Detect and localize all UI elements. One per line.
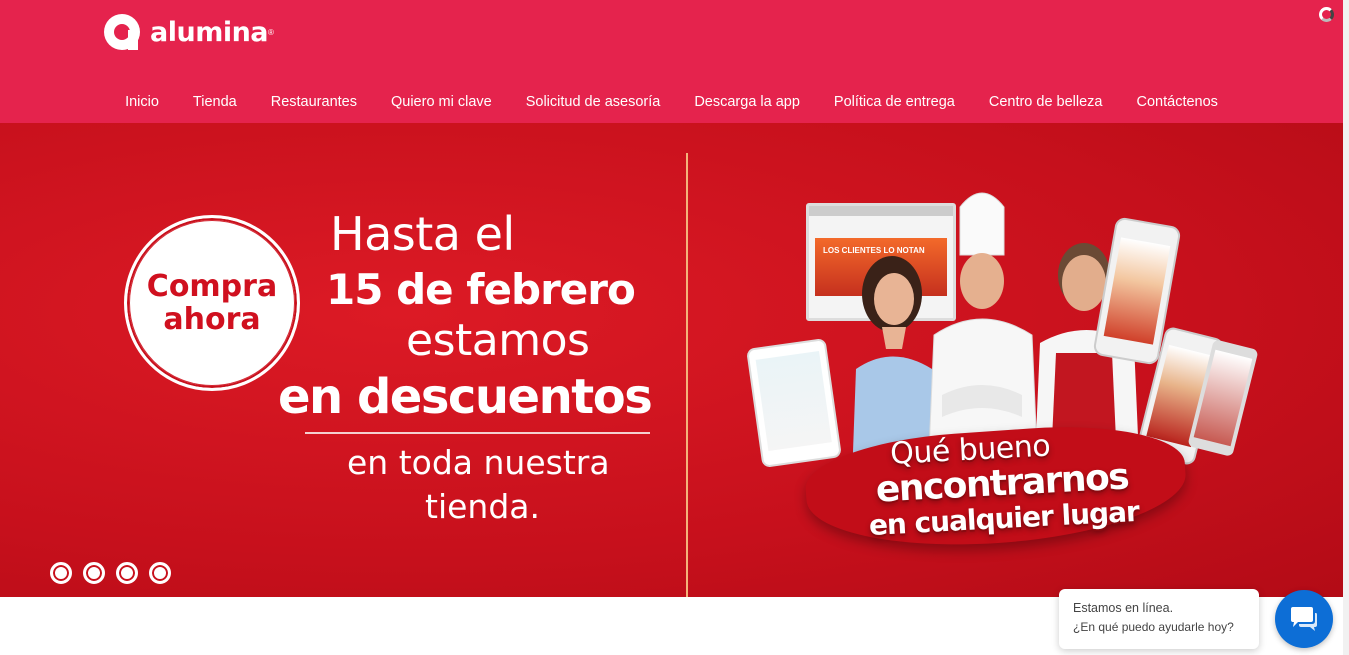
alumina-logo-icon (102, 12, 146, 52)
main-nav: Inicio Tienda Restaurantes Quiero mi cla… (0, 92, 1343, 112)
chat-open-button[interactable] (1275, 590, 1333, 648)
nav-item-tienda[interactable]: Tienda (176, 92, 254, 112)
badge-ring: Compra ahora (129, 220, 295, 386)
slider-pagination (50, 562, 171, 584)
headline-line1: Hasta el (330, 207, 515, 261)
headline-line3: estamos (406, 315, 590, 366)
chat-greeting-bubble[interactable]: Estamos en línea. ¿En qué puedo ayudarle… (1059, 589, 1259, 649)
nav-item-solicitud-asesoria[interactable]: Solicitud de asesoría (509, 92, 678, 112)
slide-dot-3[interactable] (116, 562, 138, 584)
registered-mark: ® (268, 27, 274, 37)
hero-vertical-divider (686, 153, 688, 597)
badge-line2: ahora (163, 302, 261, 337)
headline-divider (305, 432, 650, 434)
headline-line2: 15 de febrero (326, 265, 636, 314)
nav-item-inicio[interactable]: Inicio (108, 92, 176, 112)
chat-icon (1291, 607, 1317, 631)
headline-line4: en descuentos (278, 369, 653, 425)
badge-line1: Compra (146, 269, 278, 304)
slide-dot-4[interactable] (149, 562, 171, 584)
tagline: Qué bueno encontrarnos en cualquier luga… (820, 424, 1185, 545)
hero-artwork: LOS CLIENTES LO NOTAN Qué bueno encontra… (746, 183, 1266, 583)
hero-slider[interactable]: Compra ahora Hasta el 15 de febrero esta… (0, 123, 1343, 597)
nav-item-centro-belleza[interactable]: Centro de belleza (972, 92, 1120, 112)
chat-status-text: Estamos en línea. (1073, 601, 1174, 615)
nav-item-contactenos[interactable]: Contáctenos (1120, 92, 1235, 112)
headline-line5: en toda nuestra (347, 443, 610, 482)
slide-dot-1[interactable] (50, 562, 72, 584)
page-scrollbar[interactable] (1343, 0, 1349, 655)
nav-item-descarga-app[interactable]: Descarga la app (677, 92, 817, 112)
brand-name: alumina (150, 16, 269, 48)
loading-spinner-icon (1319, 7, 1334, 22)
headline-line6: tienda. (425, 487, 540, 526)
site-header: alumina ® Inicio Tienda Restaurantes Qui… (0, 0, 1343, 123)
nav-item-politica-entrega[interactable]: Política de entrega (817, 92, 972, 112)
nav-item-quiero-mi-clave[interactable]: Quiero mi clave (374, 92, 509, 112)
chat-prompt-text: ¿En qué puedo ayudarle hoy? (1073, 620, 1234, 634)
slide-dot-2[interactable] (83, 562, 105, 584)
compra-ahora-button[interactable]: Compra ahora (124, 215, 300, 391)
nav-item-restaurantes[interactable]: Restaurantes (254, 92, 374, 112)
alumina-logo[interactable]: alumina ® (102, 12, 274, 52)
